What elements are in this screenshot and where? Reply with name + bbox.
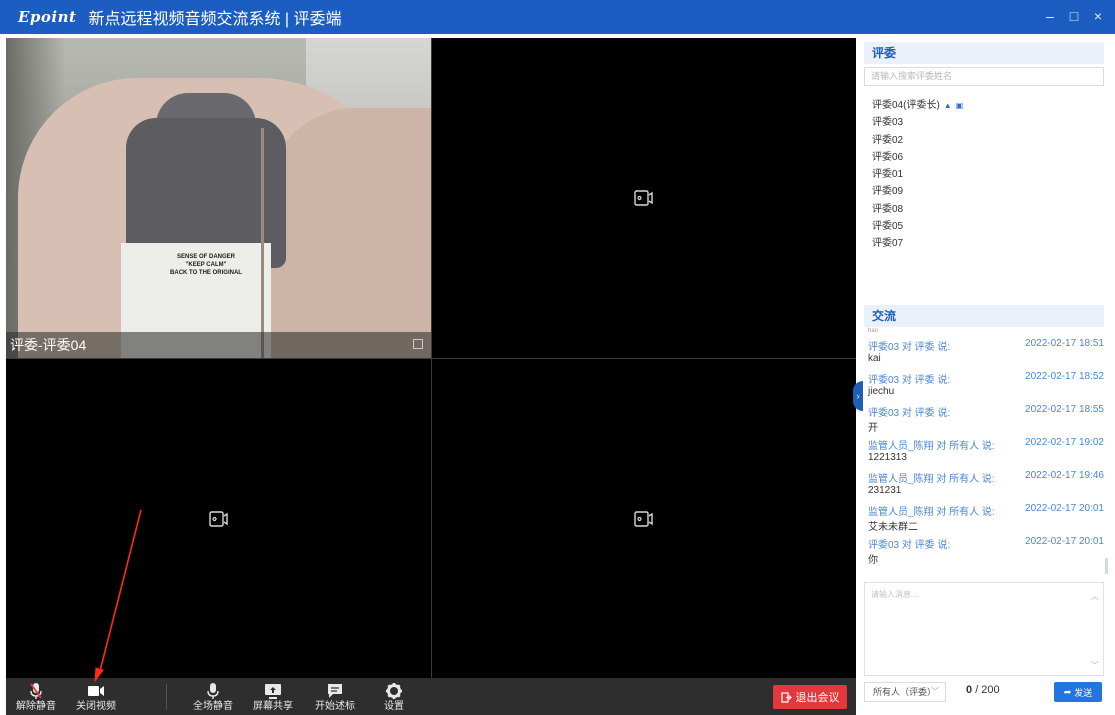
unmute-label: 解除静音 [16,701,56,712]
judge-item[interactable]: 评委07 [872,235,1102,252]
judge-item[interactable]: 评委06 [872,149,1102,166]
chat-messages: hao 评委03 对 评委 说: 2022-02-17 18:51 kai 评委03… [864,327,1104,577]
judge-search-input[interactable]: 请输入搜索评委姓名 [864,67,1104,86]
judge-item[interactable]: 评委03 [872,114,1102,131]
judge-item[interactable]: 评委09 [872,183,1102,200]
exit-meeting-label: 退出会议 [795,692,840,704]
judge-item[interactable]: 评委02 [872,132,1102,149]
unmute-button[interactable]: 解除静音 [8,678,64,715]
exit-icon [780,691,792,703]
person-icon: ▲ [943,101,952,110]
close-video-label: 关闭视频 [76,701,116,712]
participant-name-bar: 评委-评委04 [6,332,431,358]
chat-message: 监管人员_陈翔 对 所有人 说: 2022-02-17 19:46 231231 [868,470,1104,496]
camera-off-icon [634,190,653,206]
judge-item[interactable]: 评委08 [872,201,1102,218]
chat-message: 评委03 对 评委 说: 2022-02-17 18:52 jiechu [868,371,1104,397]
video-camera-icon [88,686,104,696]
judge-item[interactable]: 评委05 [872,218,1102,235]
webcam-feed: SENSE OF DANGER "KEEP CALM" BACK TO THE … [6,38,431,358]
video-tile-3[interactable] [6,359,431,678]
video-tile-1[interactable]: SENSE OF DANGER "KEEP CALM" BACK TO THE … [6,38,431,358]
minimize-button[interactable]: – [1043,8,1057,24]
mute-all-label: 全场静音 [193,701,233,712]
start-bid-label: 开始述标 [315,701,355,712]
close-window-button[interactable]: × [1091,8,1105,24]
message-cut-text: hao [868,328,879,334]
recipient-select[interactable]: 所有人（评委） ﹀ [864,682,946,702]
judge-item[interactable]: 评委04(评委长) ▲ ▣ [872,97,1102,114]
chat-message: 监管人员_陈翔 对 所有人 说: 2022-02-17 20:01 艾未未群二 [868,503,1104,533]
scroll-up-icon[interactable]: ︿ [1091,591,1099,602]
window-controls: – □ × [1043,8,1105,24]
settings-button[interactable]: 设置 [366,678,422,715]
message-input-placeholder: 请输入消息... [871,590,918,599]
mute-all-button[interactable]: 全场静音 [185,678,241,715]
send-label: 发送 [1074,687,1093,698]
title-bar: Epoint 新点远程视频音频交流系统 | 评委端 – □ × [0,0,1115,34]
screen-share-icon [265,684,281,699]
chat-message: 评委03 对 评委 说: 2022-02-17 18:55 开 [868,404,1104,434]
recipient-selected: 所有人（评委） [873,687,937,697]
char-counter: 0 / 200 [966,684,1000,696]
chat-message: 监管人员_陈翔 对 所有人 说: 2022-02-17 19:02 1221313 [868,437,1104,463]
close-video-button[interactable]: 关闭视频 [68,678,124,715]
brand-logo: Epoint [18,8,77,26]
mic-muted-icon [30,683,42,699]
fullscreen-icon[interactable] [413,339,423,349]
judges-section-title: 评委 [864,42,1104,64]
share-arrow-icon: ➦ [1063,686,1072,697]
chat-bubble-icon [328,684,342,698]
side-panel: 评委 请输入搜索评委姓名 评委04(评委长) ▲ ▣ 评委03 评委02 评委06 … [856,34,1115,715]
chat-section-title: 交流 [864,305,1104,327]
window-title: 新点远程视频音频交流系统 | 评委端 [88,11,342,28]
screen-icon: ▣ [955,101,964,110]
judge-item[interactable]: 评委01 [872,166,1102,183]
video-grid: SENSE OF DANGER "KEEP CALM" BACK TO THE … [6,38,856,678]
chat-scrollbar[interactable] [1105,558,1108,574]
gear-icon [386,683,402,699]
camera-off-icon [634,510,653,527]
collapse-panel-button[interactable]: › [853,381,863,411]
tshirt-print: SENSE OF DANGER "KEEP CALM" BACK TO THE … [170,254,242,276]
chat-message: 评委03 对 评委 说: 2022-02-17 20:01 你 [868,536,1104,566]
video-tile-2[interactable] [432,38,856,358]
message-input[interactable]: 请输入消息... ︿ ﹀ [864,582,1104,676]
screen-share-label: 屏幕共享 [253,701,293,712]
maximize-button[interactable]: □ [1067,8,1081,24]
scroll-down-icon[interactable]: ﹀ [1091,660,1099,671]
mic-icon [207,683,219,699]
screen-share-button[interactable]: 屏幕共享 [245,678,301,715]
settings-label: 设置 [384,701,404,712]
start-bid-button[interactable]: 开始述标 [307,678,363,715]
send-button[interactable]: ➦ 发送 [1054,682,1102,702]
video-tile-4[interactable] [432,359,856,678]
exit-meeting-button[interactable]: 退出会议 [773,685,847,709]
chevron-down-icon: ﹀ [931,687,939,696]
meeting-toolbar: 解除静音 关闭视频 全场静音 屏幕共享 开始述标 设置 退出会议 [6,678,856,715]
camera-off-icon [208,510,228,527]
chat-message: 评委03 对 评委 说: 2022-02-17 18:51 kai [868,338,1104,364]
judge-list: 评委04(评委长) ▲ ▣ 评委03 评委02 评委06 评委01 评委09 评委0… [872,97,1102,253]
participant-name: 评委-评委04 [10,337,87,353]
